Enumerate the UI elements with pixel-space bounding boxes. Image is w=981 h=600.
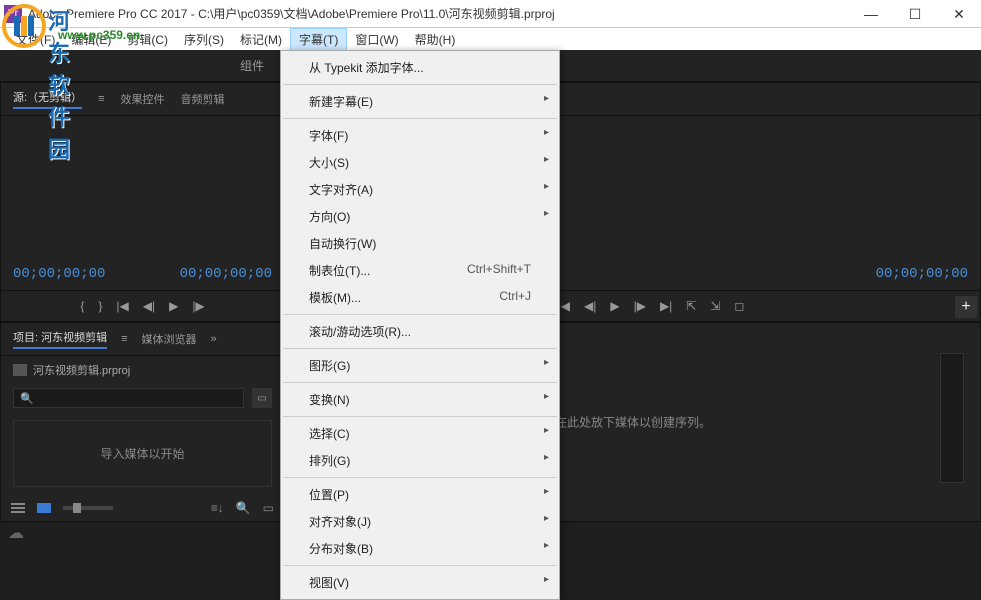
menu-item[interactable]: 位置(P) [281,481,559,508]
export-frame-icon[interactable]: ◻ [734,299,744,313]
extract-icon[interactable]: ⇲ [710,299,720,313]
menu-item[interactable]: 变换(N) [281,386,559,413]
menu-separator [283,382,557,383]
bin-icon [13,364,27,376]
menu-item[interactable]: 对齐对象(J) [281,508,559,535]
new-item-button[interactable]: ▭ [252,388,272,408]
panel-menu-icon[interactable]: ≡ [98,93,104,105]
source-transport: { } |◀ ◀| ▶ |▶ [1,290,284,321]
menu-item[interactable]: 视图(V) [281,569,559,596]
new-bin-icon[interactable]: ▭ [263,501,274,515]
overflow-icon[interactable]: » [211,333,217,345]
minimize-button[interactable]: — [849,0,893,28]
menu-item[interactable]: 从 Typekit 添加字体... [281,54,559,81]
project-panel: 项目: 河东视频剪辑 ≡ 媒体浏览器 » 河东视频剪辑.prproj 🔍 ▭ 导… [0,322,285,522]
source-panel: 源:（无剪辑） ≡ 效果控件 音频剪辑 00;00;00;00 00;00;00… [0,82,285,322]
menu-item[interactable]: 制表位(T)...Ctrl+Shift+T [281,257,559,284]
menu-文件f[interactable]: 文件(F) [8,29,63,50]
step-forward-icon[interactable]: |▶ [192,299,204,313]
menu-item[interactable]: 模板(M)...Ctrl+J [281,284,559,311]
menu-item[interactable]: 新建字幕(E) [281,88,559,115]
menu-item[interactable]: 自动换行(W) [281,230,559,257]
menu-separator [283,118,557,119]
source-tab[interactable]: 源:（无剪辑） [13,89,82,109]
menubar: 文件(F)编辑(E)剪辑(C)序列(S)标记(M)字幕(T)窗口(W)帮助(H) [0,28,981,50]
step-forward-icon[interactable]: |▶ [634,299,646,313]
panel-menu-icon[interactable]: ≡ [121,333,127,345]
cloud-sync-icon[interactable]: ☁ [8,523,24,543]
menu-帮助h[interactable]: 帮助(H) [407,29,464,50]
search-input[interactable]: 🔍 [13,388,244,408]
step-back-icon[interactable]: ◀| [143,299,155,313]
find-icon[interactable]: 🔍 [236,501,251,515]
menu-序列s[interactable]: 序列(S) [176,29,232,50]
maximize-button[interactable]: ☐ [893,0,937,28]
media-browser-tab[interactable]: 媒体浏览器 [142,331,197,347]
effect-controls-tab[interactable]: 效果控件 [120,91,164,107]
menu-item[interactable]: 文字对齐(A) [281,176,559,203]
menu-item[interactable]: 大小(S) [281,149,559,176]
menu-separator [283,416,557,417]
window-title: Adobe Premiere Pro CC 2017 - C:\用户\pc035… [28,5,555,22]
play-icon[interactable]: ▶ [169,299,178,313]
menu-item[interactable]: 排列(G) [281,447,559,474]
workspace-tab-assembly[interactable]: 组件 [240,57,264,74]
titles-dropdown-menu: 从 Typekit 添加字体... 新建字幕(E) 字体(F)大小(S)文字对齐(A… [280,50,560,600]
play-icon[interactable]: ▶ [610,299,619,313]
menu-item[interactable]: 字体(F) [281,122,559,149]
zoom-slider[interactable] [63,506,113,510]
menu-窗口w[interactable]: 窗口(W) [347,29,406,50]
menu-编辑e[interactable]: 编辑(E) [63,29,119,50]
close-button[interactable]: ✕ [937,0,981,28]
mark-in-icon[interactable]: { [80,299,84,313]
import-drop-area[interactable]: 导入媒体以开始 [13,420,272,487]
mark-out-icon[interactable]: } [98,299,102,313]
menu-item[interactable]: 图形(G) [281,352,559,379]
project-filename: 河东视频剪辑.prproj [33,362,130,378]
audio-clip-tab[interactable]: 音频剪辑 [180,91,224,107]
source-timecode-left[interactable]: 00;00;00;00 [13,266,105,282]
menu-item[interactable]: 分布对象(B) [281,535,559,562]
sort-icon[interactable]: ≡↓ [211,501,224,515]
menu-剪辑c[interactable]: 剪辑(C) [119,29,176,50]
source-timecode-right: 00;00;00;00 [180,266,272,282]
menu-separator [283,314,557,315]
lift-icon[interactable]: ⇱ [686,299,696,313]
menu-separator [283,565,557,566]
titlebar: Pr Adobe Premiere Pro CC 2017 - C:\用户\pc… [0,0,981,28]
icon-view-button[interactable] [37,503,51,513]
step-back-icon[interactable]: ◀| [584,299,596,313]
project-tab[interactable]: 项目: 河东视频剪辑 [13,329,107,349]
menu-item[interactable]: 滚动/游动选项(R)... [281,318,559,345]
app-icon: Pr [4,5,22,23]
list-view-button[interactable] [11,503,25,513]
menu-separator [283,348,557,349]
audio-meters [940,353,964,483]
timeline-drop-text: 在此处放下媒体以创建序列。 [555,414,711,431]
menu-separator [283,84,557,85]
menu-标记m[interactable]: 标记(M) [232,29,290,50]
go-to-out-icon[interactable]: ▶| [660,299,672,313]
button-editor-plus[interactable]: + [955,296,977,318]
go-to-in-icon[interactable]: |◀ [116,299,128,313]
program-timecode-right: 00;00;00;00 [876,266,968,282]
menu-item[interactable]: 选择(C) [281,420,559,447]
menu-item[interactable]: 方向(O) [281,203,559,230]
menu-字幕t[interactable]: 字幕(T) [290,28,347,51]
menu-separator [283,477,557,478]
